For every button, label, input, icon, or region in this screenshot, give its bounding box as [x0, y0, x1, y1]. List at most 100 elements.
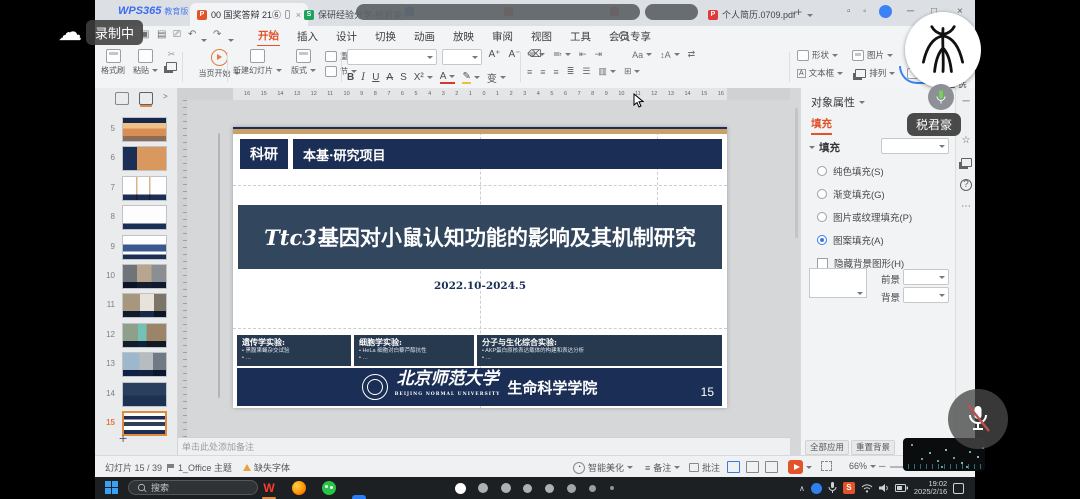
tray-mic-icon[interactable]: [828, 482, 837, 494]
ribbon-tab-会员专享[interactable]: 会员专享: [608, 27, 652, 46]
slide-section-header[interactable]: 本基·研究项目: [293, 139, 722, 169]
slide-thumbnail-preview[interactable]: [122, 264, 167, 289]
tab-list-caret-icon[interactable]: [807, 9, 813, 21]
slide-thumbnail-preview[interactable]: [122, 382, 167, 407]
slide-date-range[interactable]: 2022.10-2024.5: [233, 280, 727, 292]
panel-scrollbar[interactable]: [218, 133, 220, 398]
taskbar-wps-icon[interactable]: W: [262, 481, 276, 495]
strikethrough-button[interactable]: A: [386, 72, 393, 83]
add-slide-button[interactable]: +: [119, 430, 127, 446]
new-slide-button[interactable]: 新建幻灯片: [233, 49, 282, 85]
slide-thumbnail-12[interactable]: 12: [95, 323, 177, 348]
indent-icon[interactable]: ⇥: [595, 49, 603, 60]
slide-thumbnail-preview[interactable]: [122, 411, 167, 436]
skin-icon[interactable]: ◦: [863, 6, 867, 18]
fill-tab[interactable]: 填充: [811, 116, 832, 135]
slide-thumbnail-preview[interactable]: [122, 323, 167, 348]
taskbar-dot-icon-5[interactable]: [545, 484, 554, 493]
taskbar-search[interactable]: 搜索: [128, 480, 258, 495]
slide-footer[interactable]: 北京师范大学BEIJING NORMAL UNIVERSITY 生命科学学院 1…: [237, 368, 722, 406]
experiment-box-1[interactable]: 遗传学实验: • 黑腹果蝇杂交试验 • …: [237, 335, 351, 366]
text-effect-button[interactable]: 变: [487, 70, 506, 85]
text-direction-icon[interactable]: ⇄: [688, 49, 696, 60]
taskbar-clock[interactable]: 19:022025/2/16: [914, 480, 947, 496]
fit-screen-icon[interactable]: [821, 461, 832, 471]
number-list-icon[interactable]: ≕: [553, 49, 571, 60]
slide-thumbnail-7[interactable]: 7: [95, 176, 177, 201]
font-size-select[interactable]: [442, 49, 482, 65]
format-painter-button[interactable]: 格式刷: [101, 49, 125, 85]
slide-thumbnail-preview[interactable]: [122, 352, 167, 377]
ribbon-tab-插入[interactable]: 插入: [296, 27, 319, 46]
picture-button[interactable]: 图片: [852, 49, 893, 61]
bullet-list-icon[interactable]: ≔: [527, 49, 545, 60]
taskbar-firefox-icon[interactable]: [292, 481, 306, 495]
slide-thumbnail-14[interactable]: 14: [95, 382, 177, 407]
tray-expand-icon[interactable]: ∧: [799, 484, 805, 493]
slide-thumbnail-preview[interactable]: [122, 146, 167, 171]
print-icon[interactable]: ⎚: [173, 29, 181, 40]
wifi-icon[interactable]: [861, 483, 873, 493]
slide-thumbnail-10[interactable]: 10: [95, 264, 177, 289]
sorter-view-icon[interactable]: [746, 461, 759, 473]
account-avatar[interactable]: [879, 5, 892, 18]
slide-thumbnail-6[interactable]: 6: [95, 146, 177, 171]
char-case-icon[interactable]: Aa: [632, 50, 652, 60]
battery-icon[interactable]: [895, 484, 908, 492]
fill-section-header[interactable]: 填充: [809, 140, 840, 155]
background-select[interactable]: [903, 287, 949, 303]
slide-thumbnail-preview[interactable]: [122, 235, 167, 260]
volume-icon[interactable]: [879, 483, 889, 493]
document-tab-1[interactable]: P 00 国奖答辩 21⑥ ×: [190, 3, 308, 26]
slide-editor[interactable]: 科研 本基·研究项目 Ttc3基因对小鼠认知功能的影响及其机制研究 2022.1…: [233, 127, 727, 408]
redo-icon[interactable]: ↷: [213, 29, 221, 40]
shapes-button[interactable]: 形状: [797, 49, 838, 61]
justify-icon[interactable]: ≣: [567, 66, 575, 77]
comments-button[interactable]: 批注: [689, 461, 720, 474]
copy-icon[interactable]: [166, 62, 177, 71]
taskbar-dot-icon-6[interactable]: [567, 484, 576, 493]
tray-sync-icon[interactable]: [811, 483, 822, 494]
taskbar-dot-icon-3[interactable]: [501, 483, 511, 493]
collapse-panel-icon[interactable]: >: [163, 92, 168, 105]
undo-icon[interactable]: ↶: [188, 29, 196, 40]
smartart-icon[interactable]: ⊞: [624, 66, 641, 77]
new-tab-button[interactable]: +: [795, 6, 802, 18]
fill-option-4[interactable]: 图案填充(A): [817, 233, 884, 247]
slide-thumbnail-8[interactable]: 8: [95, 205, 177, 230]
fill-option-1[interactable]: 纯色填充(S): [817, 164, 884, 178]
ribbon-tab-切换[interactable]: 切换: [374, 27, 397, 46]
taskbar-dot-icon-8[interactable]: [610, 486, 614, 490]
ribbon-tab-设计[interactable]: 设计: [335, 27, 358, 46]
shadow-button[interactable]: S: [400, 72, 407, 83]
reading-view-icon[interactable]: [765, 461, 778, 473]
italic-button[interactable]: I: [361, 72, 365, 83]
experiment-box-3[interactable]: 分子与生化综合实验: • AKP蛋白原核表达载体的构建和表达分析 • …: [477, 335, 722, 366]
foreground-select[interactable]: [903, 269, 949, 285]
slideshow-button[interactable]: [788, 460, 812, 474]
presenter-camera[interactable]: [905, 12, 981, 88]
columns-icon[interactable]: ▥: [598, 66, 616, 77]
slide-thumbnail-9[interactable]: 9: [95, 235, 177, 260]
collapse-panel-icon[interactable]: ─: [962, 96, 969, 107]
tray-wps-icon[interactable]: S: [843, 482, 855, 494]
swatch-caret-icon[interactable]: [857, 292, 863, 295]
slide-thumbnail-preview[interactable]: [122, 176, 167, 201]
increase-font-icon[interactable]: A⁺: [487, 49, 502, 65]
reset-background-button[interactable]: 重置背景: [851, 440, 895, 455]
taskbar-dot-icon-4[interactable]: [523, 484, 532, 493]
superscript-button[interactable]: X²: [414, 72, 433, 83]
undo-caret-icon[interactable]: [201, 34, 207, 45]
output-icon[interactable]: ▤: [157, 29, 166, 40]
slide-thumbnail-5[interactable]: 5: [95, 117, 177, 142]
textbox-button[interactable]: A文本框: [797, 67, 843, 79]
slide-thumbnail-preview[interactable]: [122, 205, 167, 230]
horizontal-ruler[interactable]: 16 15 14 13 12 11 10 9 8 7 6 5 4 3 2 1 0…: [178, 88, 790, 100]
slide-thumbnail-preview[interactable]: [122, 117, 167, 142]
align-center-icon[interactable]: ≡: [540, 67, 545, 77]
fill-preset-select[interactable]: [881, 138, 949, 154]
taskbar-meeting-icon[interactable]: [352, 495, 366, 499]
line-spacing-icon[interactable]: ↕A: [660, 50, 680, 60]
slide-view-icon[interactable]: [139, 92, 153, 105]
normal-view-icon[interactable]: [727, 461, 740, 473]
